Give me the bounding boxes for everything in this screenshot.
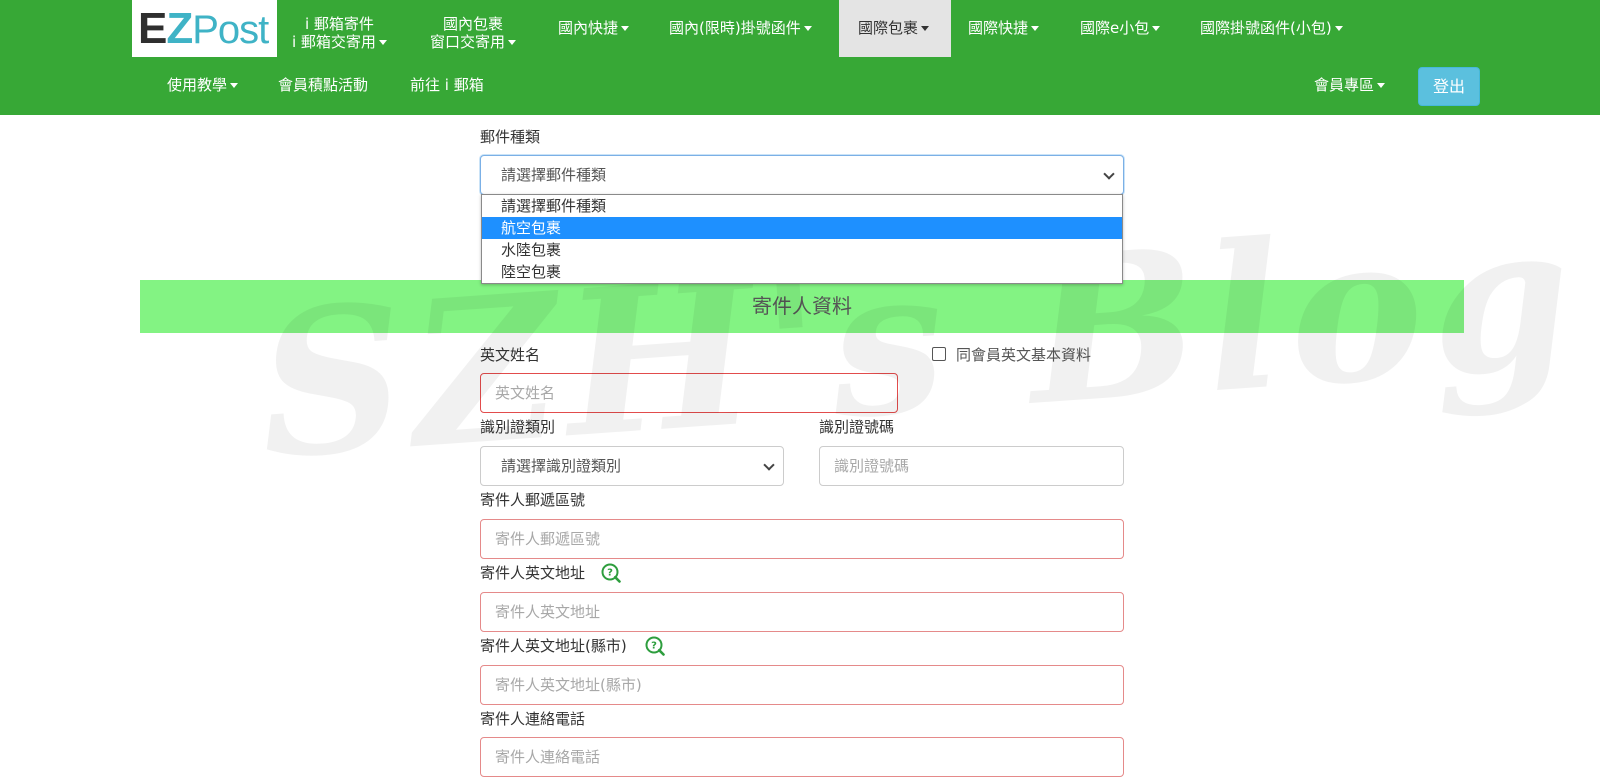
- nav-ibox-send[interactable]: i 郵箱寄件 i 郵箱交寄用: [292, 15, 387, 51]
- id-type-selected-value: 請選擇識別證類別: [501, 457, 622, 475]
- english-name-input[interactable]: 英文姓名: [480, 373, 898, 413]
- chevron-down-icon: [1103, 168, 1115, 180]
- chevron-down-icon: [230, 83, 239, 88]
- chevron-down-icon: [763, 459, 775, 471]
- logo-e: E: [138, 4, 167, 53]
- sender-section-banner: 寄件人資料: [140, 280, 1464, 333]
- chevron-down-icon: [1152, 26, 1161, 31]
- nav-ibox-send-line2: i 郵箱交寄用: [292, 33, 376, 51]
- nav-tutorial-label: 使用教學: [167, 76, 228, 94]
- nav-tutorial[interactable]: 使用教學: [167, 76, 239, 94]
- nav-member-area[interactable]: 會員專區: [1314, 76, 1386, 94]
- sender-city-label: 寄件人英文地址(縣市): [480, 637, 627, 655]
- nav-member-area-label: 會員專區: [1314, 76, 1375, 94]
- svg-text:?: ?: [651, 641, 657, 652]
- mail-type-select[interactable]: 請選擇郵件種類: [480, 155, 1124, 195]
- nav-international-registered-small[interactable]: 國際掛號函件(小包): [1200, 19, 1343, 37]
- sender-zip-placeholder: 寄件人郵遞區號: [495, 530, 601, 548]
- chevron-down-icon: [1334, 26, 1343, 31]
- id-type-label: 識別證類別: [480, 418, 556, 436]
- logo-z: Z: [166, 4, 193, 53]
- same-as-member-checkbox[interactable]: [932, 347, 946, 361]
- same-as-member-label[interactable]: 同會員英文基本資料: [956, 344, 1091, 365]
- nav-international-express-label: 國際快捷: [968, 19, 1029, 37]
- nav-goto-ibox[interactable]: 前往 i 郵箱: [410, 76, 484, 94]
- nav-international-parcel[interactable]: 國際包裹: [858, 19, 930, 37]
- nav-international-registered-small-label: 國際掛號函件(小包): [1200, 19, 1332, 37]
- mail-type-label: 郵件種類: [480, 128, 541, 146]
- nav-domestic-parcel-line1: 國內包裹: [443, 15, 504, 33]
- id-number-placeholder: 識別證號碼: [834, 457, 910, 475]
- ezpost-logo[interactable]: EZPost: [132, 0, 277, 57]
- id-type-select[interactable]: 請選擇識別證類別: [480, 446, 784, 486]
- nav-domestic-registered-label: 國內(限時)掛號函件: [669, 19, 801, 37]
- logout-button[interactable]: 登出: [1418, 67, 1480, 106]
- nav-international-parcel-label: 國際包裹: [858, 19, 919, 37]
- id-number-label: 識別證號碼: [819, 418, 895, 436]
- sender-phone-input[interactable]: 寄件人連絡電話: [480, 737, 1124, 777]
- chevron-down-icon: [1377, 83, 1386, 88]
- nav-points-event[interactable]: 會員積點活動: [278, 76, 368, 94]
- nav-domestic-parcel[interactable]: 國內包裹 窗口交寄用: [430, 15, 517, 51]
- chevron-down-icon: [378, 40, 387, 45]
- nav-domestic-express-label: 國內快捷: [558, 19, 619, 37]
- english-name-placeholder: 英文姓名: [495, 384, 556, 402]
- sender-city-placeholder: 寄件人英文地址(縣市): [495, 676, 642, 694]
- nav-ibox-send-line1: i 郵箱寄件: [305, 15, 374, 33]
- chevron-down-icon: [621, 26, 630, 31]
- nav-international-e-packet[interactable]: 國際e小包: [1080, 19, 1161, 37]
- nav-domestic-registered[interactable]: 國內(限時)掛號函件: [669, 19, 812, 37]
- top-navbar: EZPost i 郵箱寄件 i 郵箱交寄用 國內包裹 窗口交寄用 國內快捷 國內…: [0, 0, 1600, 115]
- nav-international-express[interactable]: 國際快捷: [968, 19, 1040, 37]
- sender-address-input[interactable]: 寄件人英文地址: [480, 592, 1124, 632]
- sender-address-placeholder: 寄件人英文地址: [495, 603, 601, 621]
- svg-text:?: ?: [607, 568, 613, 579]
- id-number-input[interactable]: 識別證號碼: [819, 446, 1124, 486]
- sender-address-label: 寄件人英文地址: [480, 564, 586, 582]
- english-name-label: 英文姓名: [480, 346, 541, 364]
- logo-post: Post: [192, 8, 269, 52]
- chevron-down-icon: [921, 26, 930, 31]
- mail-type-option-highlighted[interactable]: 航空包裹: [482, 217, 1122, 239]
- sender-zip-input[interactable]: 寄件人郵遞區號: [480, 519, 1124, 559]
- chevron-down-icon: [1031, 26, 1040, 31]
- mail-type-option[interactable]: 陸空包裹: [482, 261, 1122, 283]
- chevron-down-icon: [508, 40, 517, 45]
- sender-phone-placeholder: 寄件人連絡電話: [495, 748, 601, 766]
- mail-type-dropdown-list: 請選擇郵件種類 航空包裹 水陸包裹 陸空包裹: [481, 194, 1123, 284]
- mail-type-selected-value: 請選擇郵件種類: [501, 166, 607, 184]
- mail-type-option[interactable]: 水陸包裹: [482, 239, 1122, 261]
- help-search-icon[interactable]: ?: [645, 636, 665, 656]
- nav-domestic-express[interactable]: 國內快捷: [558, 19, 630, 37]
- sender-phone-label: 寄件人連絡電話: [480, 710, 586, 728]
- help-search-icon[interactable]: ?: [601, 563, 621, 583]
- mail-type-option[interactable]: 請選擇郵件種類: [482, 195, 1122, 217]
- nav-domestic-parcel-line2: 窗口交寄用: [430, 33, 506, 51]
- sender-zip-label: 寄件人郵遞區號: [480, 491, 586, 509]
- chevron-down-icon: [803, 26, 812, 31]
- nav-international-e-packet-label: 國際e小包: [1080, 19, 1150, 37]
- sender-city-input[interactable]: 寄件人英文地址(縣市): [480, 665, 1124, 705]
